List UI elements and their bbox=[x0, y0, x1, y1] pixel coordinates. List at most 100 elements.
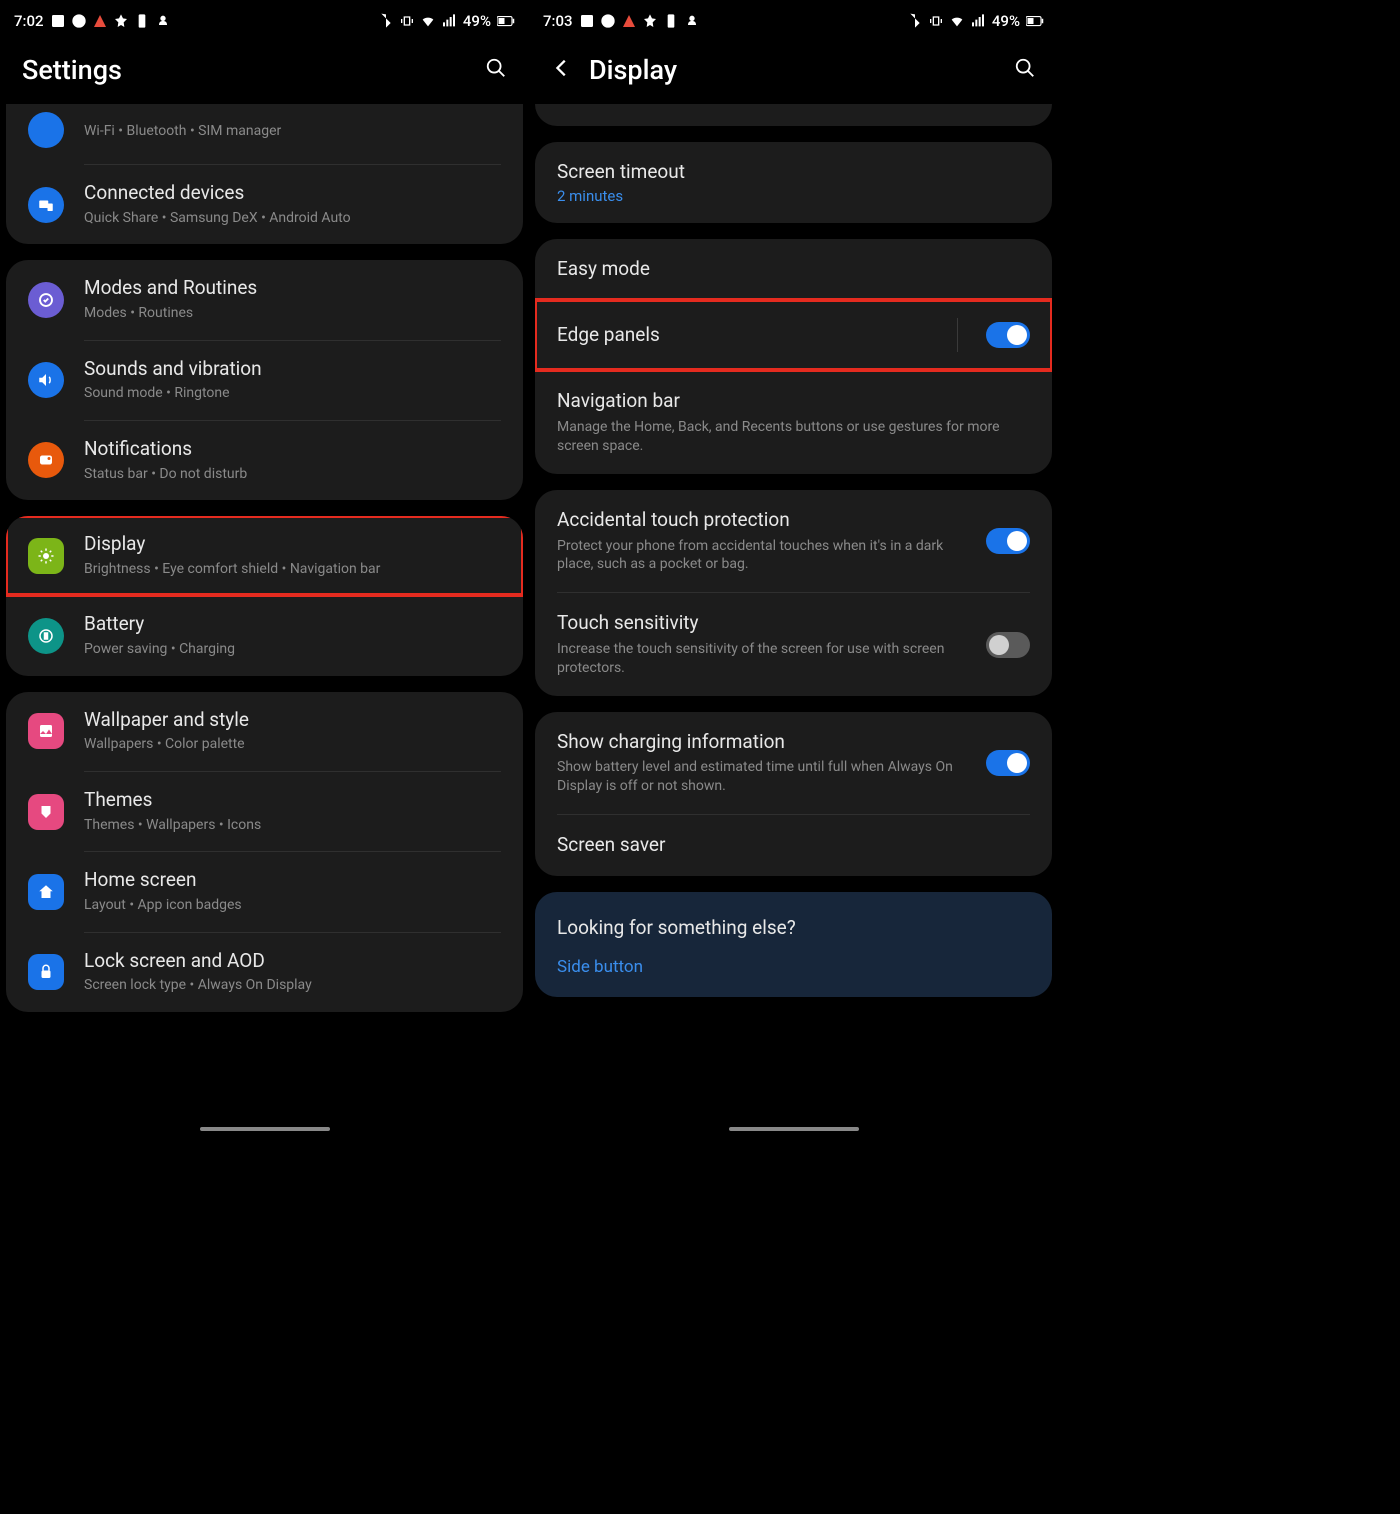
battery-settings-icon bbox=[28, 618, 64, 654]
signal-icon bbox=[970, 13, 986, 29]
timeout-card: Screen timeout 2 minutes bbox=[535, 142, 1052, 223]
status-icons-left bbox=[50, 13, 171, 29]
accidental-touch-toggle[interactable] bbox=[986, 528, 1030, 554]
display-item-accidental-touch[interactable]: Accidental touch protection Protect your… bbox=[535, 490, 1052, 592]
settings-item-lock[interactable]: Lock screen and AOD Screen lock type • A… bbox=[6, 933, 523, 1012]
item-title: Screen saver bbox=[557, 833, 1030, 858]
status-time: 7:03 bbox=[543, 12, 573, 30]
item-title: Accidental touch protection bbox=[557, 508, 972, 533]
item-desc: Increase the touch sensitivity of the sc… bbox=[557, 640, 972, 678]
status-bar: 7:03 49% bbox=[529, 0, 1058, 36]
settings-item-wallpaper[interactable]: Wallpaper and style Wallpapers • Color p… bbox=[6, 692, 523, 771]
item-title: Sounds and vibration bbox=[84, 357, 501, 382]
item-sub: Screen lock type • Always On Display bbox=[84, 976, 501, 996]
item-sub: Wallpapers • Color palette bbox=[84, 735, 501, 755]
home-indicator[interactable] bbox=[729, 1127, 859, 1131]
display-item-edge-panels[interactable]: Edge panels bbox=[535, 300, 1052, 370]
status-bar: 7:02 49% bbox=[0, 0, 529, 36]
item-title: Lock screen and AOD bbox=[84, 949, 501, 974]
notifications-icon bbox=[28, 442, 64, 478]
item-sub: Sound mode • Ringtone bbox=[84, 384, 501, 404]
display-settings-screen: 7:03 49% Display bbox=[529, 0, 1058, 1138]
item-title: Display bbox=[84, 532, 501, 557]
settings-header: Settings bbox=[0, 36, 529, 104]
status-time: 7:02 bbox=[14, 12, 44, 30]
charging-info-toggle[interactable] bbox=[986, 750, 1030, 776]
item-sub: Status bar • Do not disturb bbox=[84, 465, 501, 485]
modes-icon bbox=[28, 282, 64, 318]
item-sub: Modes • Routines bbox=[84, 304, 501, 324]
display-card: Display Brightness • Eye comfort shield … bbox=[6, 516, 523, 676]
display-item-charging-info[interactable]: Show charging information Show battery l… bbox=[535, 712, 1052, 814]
settings-item-home[interactable]: Home screen Layout • App icon badges bbox=[6, 852, 523, 931]
settings-item-display[interactable]: Display Brightness • Eye comfort shield … bbox=[6, 516, 523, 595]
wallpaper-card: Wallpaper and style Wallpapers • Color p… bbox=[6, 692, 523, 1012]
item-title: Edge panels bbox=[557, 323, 945, 348]
lock-icon bbox=[28, 954, 64, 990]
connections-card: Wi-Fi • Bluetooth • SIM manager Connecte… bbox=[6, 104, 523, 244]
signal-icon bbox=[441, 13, 457, 29]
settings-item-sounds[interactable]: Sounds and vibration Sound mode • Ringto… bbox=[6, 341, 523, 420]
item-title: Modes and Routines bbox=[84, 276, 501, 301]
item-title: Battery bbox=[84, 612, 501, 637]
edge-panels-toggle[interactable] bbox=[986, 322, 1030, 348]
easy-edge-nav-card: Easy mode Edge panels Navigation bar Man… bbox=[535, 239, 1052, 474]
wifi-icon bbox=[949, 13, 965, 29]
item-title: Notifications bbox=[84, 437, 501, 462]
item-desc: Protect your phone from accidental touch… bbox=[557, 537, 972, 575]
settings-item-connected-devices[interactable]: Connected devices Quick Share • Samsung … bbox=[6, 165, 523, 244]
settings-item-themes[interactable]: Themes Themes • Wallpapers • Icons bbox=[6, 772, 523, 851]
connections-icon bbox=[28, 112, 64, 148]
item-sub: Layout • App icon badges bbox=[84, 896, 501, 916]
item-desc: Show battery level and estimated time un… bbox=[557, 758, 972, 796]
item-title: Touch sensitivity bbox=[557, 611, 972, 636]
settings-item-battery[interactable]: Battery Power saving • Charging bbox=[6, 596, 523, 675]
display-item-easy-mode[interactable]: Easy mode bbox=[535, 239, 1052, 300]
display-item-navigation-bar[interactable]: Navigation bar Manage the Home, Back, an… bbox=[535, 371, 1052, 473]
home-icon bbox=[28, 874, 64, 910]
display-item-screen-timeout[interactable]: Screen timeout 2 minutes bbox=[535, 142, 1052, 223]
settings-screen: 7:02 49% Settings bbox=[0, 0, 529, 1138]
sound-icon bbox=[28, 362, 64, 398]
status-icons-right bbox=[907, 13, 986, 29]
status-icons-right bbox=[378, 13, 457, 29]
page-title: Settings bbox=[22, 54, 469, 86]
back-button[interactable] bbox=[551, 57, 573, 83]
item-title: Wallpaper and style bbox=[84, 708, 501, 733]
item-title: Navigation bar bbox=[557, 389, 1030, 414]
item-title: Easy mode bbox=[557, 257, 1030, 282]
wallpaper-icon bbox=[28, 713, 64, 749]
item-title: Connected devices bbox=[84, 181, 501, 206]
item-value: 2 minutes bbox=[557, 187, 1030, 205]
side-button-link[interactable]: Side button bbox=[557, 957, 1030, 977]
display-icon bbox=[28, 538, 64, 574]
settings-item-modes[interactable]: Modes and Routines Modes • Routines bbox=[6, 260, 523, 339]
item-sub: Wi-Fi • Bluetooth • SIM manager bbox=[84, 122, 501, 142]
wifi-icon bbox=[420, 13, 436, 29]
home-indicator[interactable] bbox=[200, 1127, 330, 1131]
touch-sensitivity-toggle[interactable] bbox=[986, 632, 1030, 658]
display-header: Display bbox=[529, 36, 1058, 104]
battery-icon bbox=[497, 14, 515, 28]
footer-card: Looking for something else? Side button bbox=[535, 892, 1052, 997]
themes-icon bbox=[28, 794, 64, 830]
display-item-touch-sensitivity[interactable]: Touch sensitivity Increase the touch sen… bbox=[535, 593, 1052, 695]
item-title: Screen timeout bbox=[557, 160, 1030, 185]
vibrate-icon bbox=[928, 13, 944, 29]
item-desc: Manage the Home, Back, and Recents butto… bbox=[557, 418, 1030, 456]
status-battery: 49% bbox=[992, 12, 1020, 30]
page-title: Display bbox=[589, 54, 998, 86]
status-battery: 49% bbox=[463, 12, 491, 30]
settings-item-notifications[interactable]: Notifications Status bar • Do not distur… bbox=[6, 421, 523, 500]
settings-item-connections[interactable]: Wi-Fi • Bluetooth • SIM manager bbox=[6, 104, 523, 164]
search-button[interactable] bbox=[485, 57, 507, 83]
status-icons-left bbox=[579, 13, 700, 29]
item-title: Home screen bbox=[84, 868, 501, 893]
search-button[interactable] bbox=[1014, 57, 1036, 83]
modes-card: Modes and Routines Modes • Routines Soun… bbox=[6, 260, 523, 500]
item-title: Themes bbox=[84, 788, 501, 813]
touch-card: Accidental touch protection Protect your… bbox=[535, 490, 1052, 696]
display-item-screen-saver[interactable]: Screen saver bbox=[535, 815, 1052, 876]
item-title: Show charging information bbox=[557, 730, 972, 755]
footer-title: Looking for something else? bbox=[557, 916, 1030, 939]
